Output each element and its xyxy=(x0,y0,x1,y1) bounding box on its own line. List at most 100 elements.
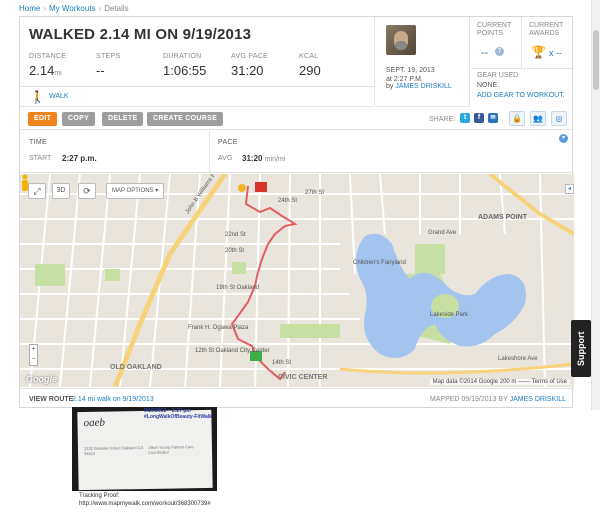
park xyxy=(105,269,120,281)
pegman-body xyxy=(22,180,28,191)
page-title: WALKED 2.14 MI ON 9/19/2013 xyxy=(29,26,252,43)
stat-label: KCAL xyxy=(299,53,319,60)
map-options-label: MAP OPTIONS xyxy=(112,188,154,194)
map-attribution[interactable]: Map data ©2014 Google 200 m —— Terms of … xyxy=(429,379,570,385)
create-course-button[interactable]: CREATE COURSE xyxy=(147,112,224,126)
rotate-icon[interactable]: ⟳ xyxy=(78,183,96,199)
card-brand: oaeb xyxy=(83,416,106,430)
workout-date: SEPT. 19, 2013 at 2:27 P.M. xyxy=(386,66,435,84)
author-link[interactable]: JAMES DRISKILL xyxy=(395,83,451,90)
park xyxy=(35,264,65,286)
route-link[interactable]: 2.14 mi walk on 9/19/2013 xyxy=(72,396,154,403)
stat-avg-pace-value: 31:20 xyxy=(231,63,264,78)
park xyxy=(232,262,246,274)
stat-steps-value: -- xyxy=(96,63,105,78)
overlay-hashtag: #LongWalkOfBeauty-FitWalk xyxy=(144,414,212,420)
public-globe-icon[interactable]: ◎ xyxy=(551,111,567,126)
zoom-out-icon[interactable]: − xyxy=(30,355,37,365)
help-icon[interactable]: ? xyxy=(495,47,504,56)
private-lock-icon[interactable]: 🔒 xyxy=(509,111,525,126)
edit-button[interactable]: EDIT xyxy=(28,112,58,126)
twitter-icon[interactable]: t xyxy=(460,113,470,123)
delete-button[interactable]: DELETE xyxy=(102,112,144,126)
time-pace-section: TIME START 2:27 p.m. PACE AVG 31:20 min/… xyxy=(20,131,574,173)
time-header: TIME xyxy=(29,139,47,146)
workout-card: WALKED 2.14 MI ON 9/19/2013 DISTANCE 2.1… xyxy=(19,16,574,409)
zoom-control[interactable]: + − xyxy=(29,344,38,366)
map-label: Frank H. Ogawa Plaza xyxy=(188,325,249,331)
start-value: 2:27 p.m. xyxy=(62,154,97,163)
gear-label: GEAR USED xyxy=(477,72,519,79)
map-label: ADAMS POINT xyxy=(478,214,528,221)
trophy-icon: 🏆 xyxy=(531,45,546,59)
activity-type-link[interactable]: WALK xyxy=(49,93,69,100)
tracking-label: Tracking Proof: xyxy=(79,493,120,499)
facebook-icon[interactable]: f xyxy=(474,113,484,123)
walking-person-icon: 🚶 xyxy=(30,90,45,104)
breadcrumb-my-workouts[interactable]: My Workouts xyxy=(49,4,96,13)
gear-box: GEAR USED NONE. ADD GEAR TO WORKOUT. xyxy=(471,70,574,107)
breadcrumb-home[interactable]: Home xyxy=(19,4,40,13)
avg-pace-unit: min/mi xyxy=(264,156,286,163)
support-tab[interactable]: Support xyxy=(571,320,591,377)
chevron-down-icon[interactable]: ▾ xyxy=(559,134,568,143)
current-points: CURRENT POINTS -- ? xyxy=(471,17,522,69)
map-label: Lakeshore Ave xyxy=(498,356,538,362)
map-label: 20th St xyxy=(225,248,244,254)
map-label: Grand Ave xyxy=(428,230,457,236)
page-scrollbar[interactable] xyxy=(591,0,600,410)
pace-header: PACE xyxy=(218,139,238,146)
map-label: Lakeside Park xyxy=(430,312,469,318)
route-map[interactable]: John B Williams Fwy ADAMS POINT Children… xyxy=(20,174,574,387)
fullscreen-icon[interactable]: ⤢ xyxy=(28,183,46,199)
map-label: 12th St Oakland City Center xyxy=(195,348,270,354)
stat-label: DISTANCE xyxy=(29,53,67,60)
map-options-dropdown[interactable]: MAP OPTIONS ▾ xyxy=(106,183,165,199)
stat-distance-value: 2.14 xyxy=(29,63,55,78)
avatar[interactable] xyxy=(386,25,416,55)
avg-pace-number: 31:20 xyxy=(242,154,263,163)
workout-summary: WALKED 2.14 MI ON 9/19/2013 DISTANCE 2.1… xyxy=(20,17,375,107)
workout-date-line: SEPT. 19, 2013 xyxy=(386,67,435,74)
avatar-beard xyxy=(395,41,407,50)
avg-label: AVG xyxy=(218,155,233,162)
map-panel-toggle-icon[interactable]: ◂ xyxy=(565,184,574,194)
share-label: SHARE: xyxy=(429,116,456,123)
map-canvas: John B Williams Fwy ADAMS POINT Children… xyxy=(20,174,574,387)
end-marker-icon[interactable] xyxy=(255,182,267,192)
view-route-bar: VIEW ROUTE 2.14 mi walk on 9/19/2013 MAP… xyxy=(20,388,574,409)
card-address: 2232 Webster Street Oakland CA 94612 xyxy=(83,445,144,457)
stat-avg-pace: AVG PACE 31:20 xyxy=(231,53,268,78)
map-label: Children's Fairyland xyxy=(353,260,406,266)
breadcrumb-separator: › xyxy=(43,4,47,13)
email-icon[interactable]: ✉ xyxy=(488,113,498,123)
photo-overlay-text: 9/19/2013 ~ 2:27 pm #LongWalkOfBeauty-Fi… xyxy=(144,408,212,420)
add-gear-link[interactable]: ADD GEAR TO WORKOUT. xyxy=(477,92,565,99)
stat-distance-unit: mi xyxy=(54,70,62,77)
action-toolbar: EDIT COPY DELETE CREATE COURSE SHARE: t … xyxy=(20,108,574,130)
tracking-proof: Tracking Proof: http://www.mapmywalk.com… xyxy=(79,492,211,508)
street-view-pegman-icon[interactable] xyxy=(20,174,30,192)
map-label: 22nd St xyxy=(225,232,246,238)
current-awards: CURRENT AWARDS 🏆 x -- xyxy=(523,17,574,69)
stat-duration: DURATION 1:06:55 xyxy=(163,53,206,78)
park xyxy=(280,324,340,338)
business-card: oaeb 2232 Webster Street Oakland CA 9461… xyxy=(77,409,213,491)
stat-label: STEPS xyxy=(96,53,121,60)
card-name: Jillian Young Patient Care Coordinator xyxy=(147,444,194,455)
start-label: START xyxy=(29,155,52,162)
map-label: 19th St Oakland xyxy=(216,285,259,291)
friends-icon[interactable]: 👥 xyxy=(530,111,546,126)
avg-pace-value: 31:20 min/mi xyxy=(242,154,285,163)
awards-value: x -- xyxy=(549,48,562,58)
copy-button[interactable]: COPY xyxy=(62,112,96,126)
waypoint-icon xyxy=(238,184,246,192)
3d-toggle-button[interactable]: 3D xyxy=(52,183,70,199)
scrollbar-thumb[interactable] xyxy=(593,30,599,90)
pegman-head xyxy=(22,174,28,180)
divider xyxy=(209,131,210,173)
mapped-info: MAPPED 09/19/2013 BY JAMES DRISKILL xyxy=(430,396,566,403)
mapped-author-link[interactable]: JAMES DRISKILL xyxy=(510,396,566,403)
gear-value: NONE. xyxy=(477,82,500,89)
zoom-in-icon[interactable]: + xyxy=(30,345,37,355)
